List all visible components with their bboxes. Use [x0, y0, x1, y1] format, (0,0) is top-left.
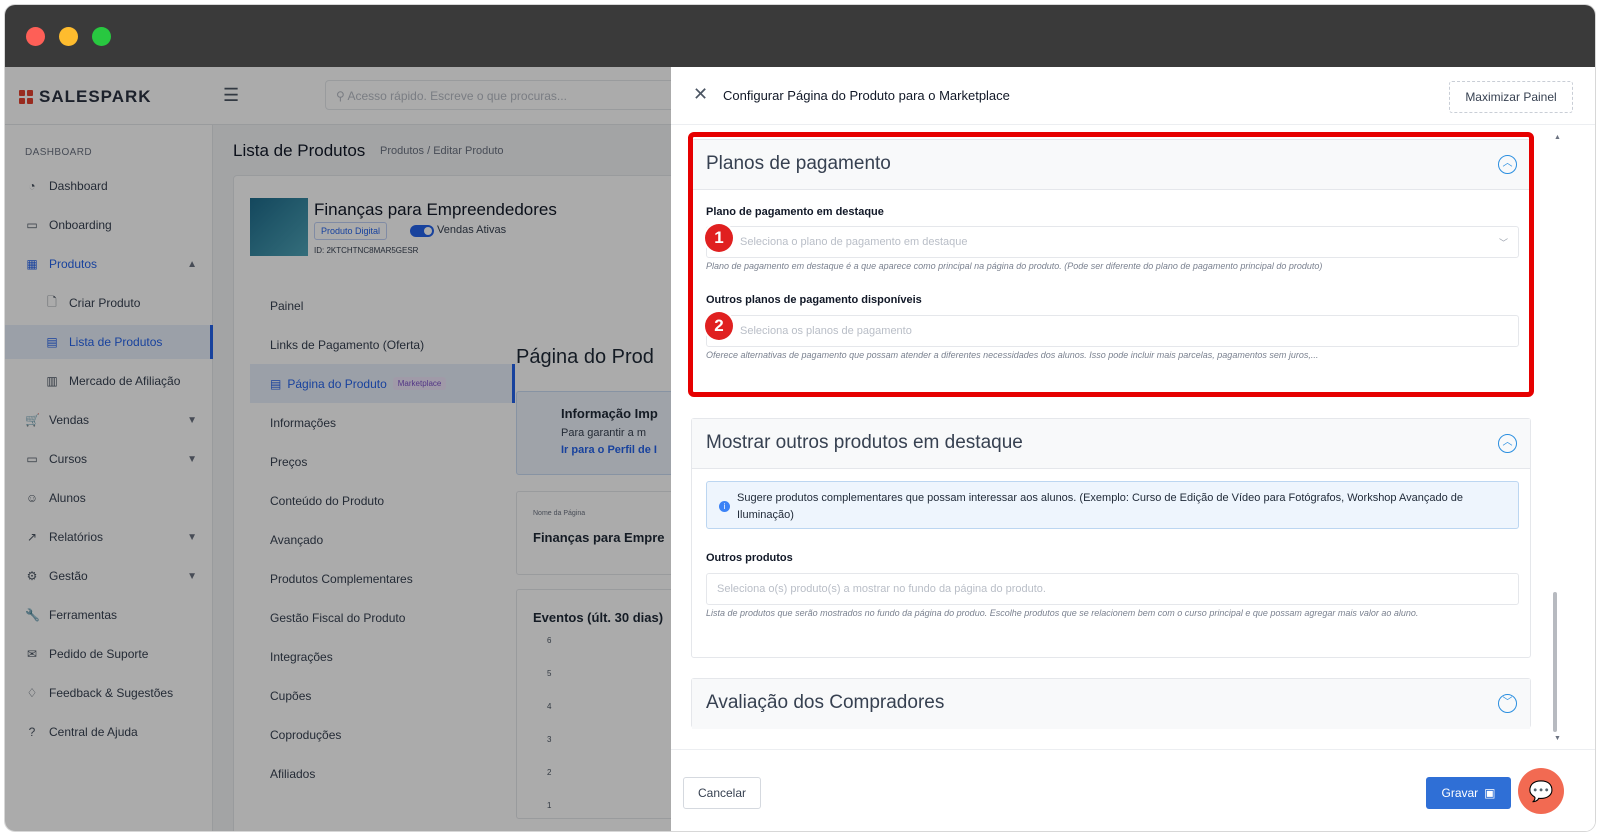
panel-title: Configurar Página do Produto para o Mark…: [723, 88, 1010, 103]
app-window: SALESPARK ☰ ⚲ Acesso rápido. Escreve o q…: [5, 5, 1595, 831]
other-products-hint: Lista de produtos que serão mostrados no…: [706, 608, 1419, 618]
callout-text: Sugere produtos complementares que possa…: [737, 492, 1464, 521]
other-products-placeholder: Seleciona o(s) produto(s) a mostrar no f…: [717, 583, 1046, 595]
maximize-window-button[interactable]: [92, 27, 111, 46]
featured-products-header[interactable]: Mostrar outros produtos em destaque ︿: [692, 419, 1530, 469]
window-titlebar: [5, 5, 1595, 67]
other-products-select[interactable]: Seleciona o(s) produto(s) a mostrar no f…: [706, 573, 1519, 605]
close-icon[interactable]: ✕: [693, 84, 708, 105]
chat-icon[interactable]: 💬: [1518, 768, 1564, 814]
floppy-icon: ▣: [1484, 786, 1496, 800]
save-label: Gravar: [1441, 786, 1479, 800]
annotation-badge-1: 1: [705, 224, 733, 252]
chevron-up-icon[interactable]: ︿: [1498, 434, 1517, 453]
modal-backdrop[interactable]: [5, 67, 671, 831]
other-products-label: Outros produtos: [706, 552, 793, 564]
panel-scrollbar[interactable]: [1551, 132, 1559, 742]
chevron-down-icon[interactable]: ﹀: [1498, 694, 1517, 713]
scrollbar-thumb[interactable]: [1553, 592, 1557, 732]
cancel-button[interactable]: Cancelar: [683, 777, 761, 809]
info-icon: i: [719, 501, 730, 512]
close-window-button[interactable]: [26, 27, 45, 46]
reviews-section: Avaliação dos Compradores ﹀: [691, 678, 1531, 729]
panel-footer: Cancelar Gravar ▣ 💬: [671, 749, 1595, 831]
section-title: Avaliação dos Compradores: [706, 692, 945, 713]
featured-products-section: Mostrar outros produtos em destaque ︿ i …: [691, 418, 1531, 658]
panel-header: ✕ Configurar Página do Produto para o Ma…: [671, 67, 1595, 125]
section-title: Mostrar outros produtos em destaque: [706, 432, 1023, 453]
scroll-down-arrow-icon[interactable]: ▼: [1554, 735, 1561, 742]
maximize-panel-button[interactable]: Maximizar Painel: [1449, 81, 1573, 113]
annotation-badge-2: 2: [705, 312, 733, 340]
info-callout: i Sugere produtos complementares que pos…: [706, 481, 1519, 529]
scroll-up-arrow-icon[interactable]: ▲: [1554, 134, 1561, 141]
annotation-highlight-box: [688, 132, 1534, 397]
reviews-header[interactable]: Avaliação dos Compradores ﹀: [692, 679, 1530, 729]
save-button[interactable]: Gravar ▣: [1426, 777, 1511, 809]
minimize-window-button[interactable]: [59, 27, 78, 46]
